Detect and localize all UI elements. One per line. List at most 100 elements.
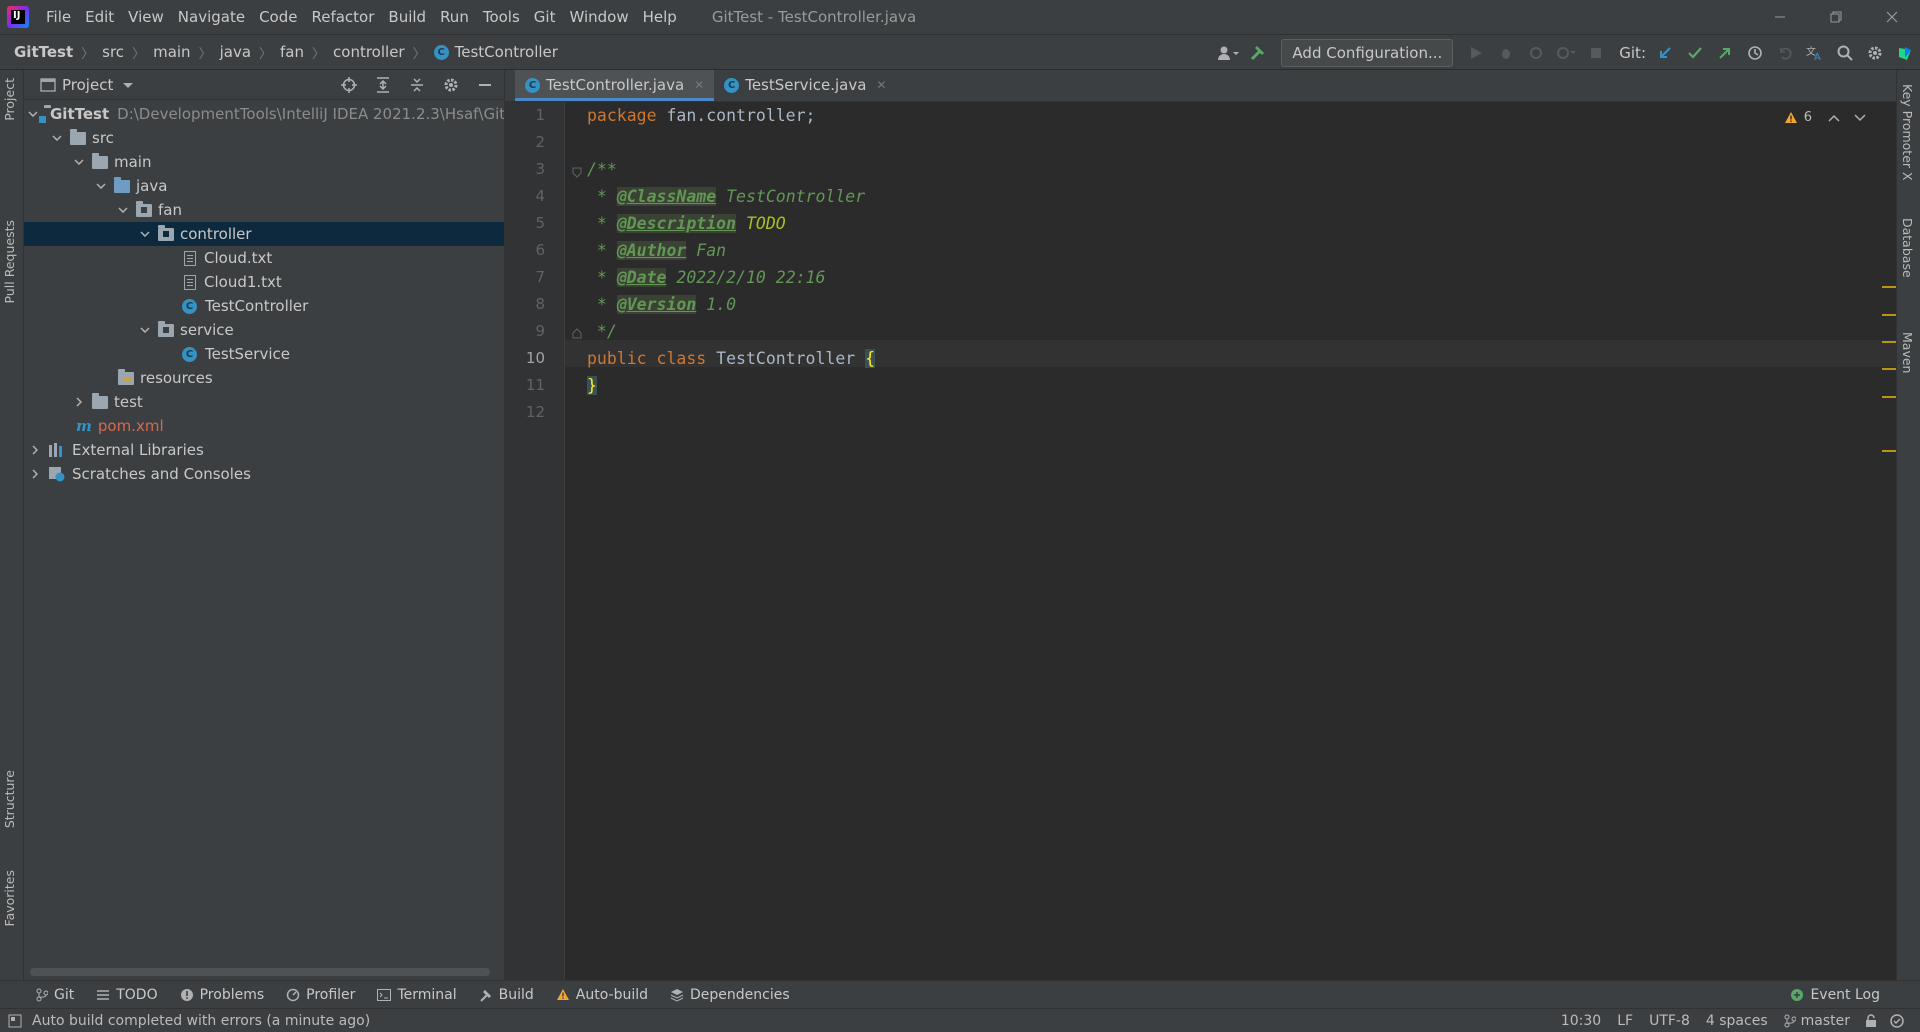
- select-opened-file-button[interactable]: [334, 70, 364, 100]
- toolwindow-event-log[interactable]: Event Log: [1790, 987, 1880, 1003]
- menu-refactor[interactable]: Refactor: [304, 0, 381, 34]
- crumb-project[interactable]: GitTest: [14, 43, 73, 61]
- menu-run[interactable]: Run: [433, 0, 476, 34]
- chevron-down-icon[interactable]: [138, 227, 152, 241]
- chevron-down-icon[interactable]: [72, 155, 86, 169]
- tree-item-scratches[interactable]: Scratches and Consoles: [24, 462, 504, 486]
- close-tab-icon[interactable]: ✕: [876, 78, 886, 92]
- collapse-all-button[interactable]: [402, 70, 432, 100]
- error-stripe[interactable]: [1880, 102, 1896, 980]
- build-project-button[interactable]: [1243, 38, 1273, 68]
- toolwindow-dependencies[interactable]: Dependencies: [670, 987, 790, 1003]
- menu-edit[interactable]: Edit: [78, 0, 121, 34]
- tab-maven[interactable]: Maven: [1900, 332, 1915, 373]
- tree-item-cloud1-txt[interactable]: Cloud1.txt: [24, 270, 504, 294]
- chevron-down-icon[interactable]: [28, 107, 38, 121]
- chevron-up-icon[interactable]: [1828, 114, 1840, 122]
- menu-file[interactable]: File: [39, 0, 78, 34]
- memory-indicator-icon[interactable]: [1890, 1013, 1906, 1028]
- tab-database[interactable]: Database: [1900, 218, 1915, 278]
- intellij-logo-icon[interactable]: IJ: [7, 6, 29, 28]
- tree-root-gittest[interactable]: GitTest D:\DevelopmentTools\IntelliJ IDE…: [24, 102, 504, 126]
- menu-tools[interactable]: Tools: [476, 0, 527, 34]
- menu-navigate[interactable]: Navigate: [171, 0, 252, 34]
- crumb-controller[interactable]: controller: [333, 43, 405, 61]
- git-rollback-button[interactable]: [1770, 38, 1800, 68]
- add-configuration-button[interactable]: Add Configuration...: [1281, 39, 1454, 67]
- restore-button[interactable]: [1808, 0, 1864, 34]
- git-update-button[interactable]: [1650, 38, 1680, 68]
- menu-git[interactable]: Git: [527, 0, 563, 34]
- tree-item-controller[interactable]: controller: [24, 222, 504, 246]
- chevron-right-icon[interactable]: [72, 395, 86, 409]
- tree-item-testservice[interactable]: C TestService: [24, 342, 504, 366]
- tree-item-testcontroller[interactable]: C TestController: [24, 294, 504, 318]
- profile-button[interactable]: [1551, 38, 1581, 68]
- project-panel-title[interactable]: Project: [62, 76, 113, 94]
- chevron-down-icon[interactable]: [50, 131, 64, 145]
- chevron-down-icon[interactable]: [94, 179, 108, 193]
- git-branch-widget[interactable]: master: [1784, 1013, 1850, 1029]
- tree-item-src[interactable]: src: [24, 126, 504, 150]
- line-separator[interactable]: LF: [1617, 1013, 1633, 1029]
- close-tab-icon[interactable]: ✕: [694, 78, 704, 92]
- fold-icon[interactable]: [571, 328, 583, 340]
- project-options-button[interactable]: [436, 70, 466, 100]
- jetbrains-toolbox-button[interactable]: [1890, 38, 1920, 68]
- stop-button[interactable]: [1581, 38, 1611, 68]
- toggle-toolwindows-icon[interactable]: [8, 1014, 22, 1028]
- close-window-button[interactable]: [1864, 0, 1920, 34]
- chevron-down-icon[interactable]: [138, 323, 152, 337]
- warning-stripe-mark[interactable]: [1882, 396, 1896, 398]
- tab-favorites[interactable]: Favorites: [2, 870, 17, 926]
- tab-pull-requests[interactable]: Pull Requests: [2, 220, 17, 303]
- tab-testservice-java[interactable]: C TestService.java ✕: [714, 70, 896, 101]
- tab-structure[interactable]: Structure: [2, 770, 17, 828]
- chevron-down-icon[interactable]: [116, 203, 130, 217]
- tab-project-toolwindow[interactable]: Project: [2, 78, 17, 121]
- project-horizontal-scrollbar[interactable]: [30, 968, 490, 976]
- warning-stripe-mark[interactable]: [1882, 368, 1896, 370]
- chevron-down-icon[interactable]: [1854, 113, 1866, 122]
- chevron-right-icon[interactable]: [28, 467, 42, 481]
- user-account-button[interactable]: [1213, 38, 1243, 68]
- warning-stripe-mark[interactable]: [1882, 286, 1896, 288]
- translate-button[interactable]: 文A: [1800, 38, 1830, 68]
- crumb-src[interactable]: src: [102, 43, 124, 61]
- minimize-button[interactable]: [1752, 0, 1808, 34]
- tree-item-java[interactable]: java: [24, 174, 504, 198]
- warning-stripe-mark[interactable]: [1882, 314, 1896, 316]
- caret-position[interactable]: 10:30: [1561, 1013, 1601, 1029]
- toolwindow-profiler[interactable]: Profiler: [286, 987, 355, 1003]
- tree-item-service[interactable]: service: [24, 318, 504, 342]
- tab-testcontroller-java[interactable]: C TestController.java ✕: [515, 70, 715, 101]
- expand-all-button[interactable]: [368, 70, 398, 100]
- git-push-button[interactable]: [1710, 38, 1740, 68]
- toolwindow-terminal[interactable]: Terminal: [377, 987, 457, 1003]
- fold-icon[interactable]: [571, 166, 583, 178]
- crumb-fan[interactable]: fan: [280, 43, 304, 61]
- tree-item-cloud-txt[interactable]: Cloud.txt: [24, 246, 504, 270]
- menu-build[interactable]: Build: [381, 0, 433, 34]
- tree-item-fan[interactable]: fan: [24, 198, 504, 222]
- toolwindow-auto-build[interactable]: Auto-build: [556, 987, 648, 1003]
- run-button[interactable]: [1461, 38, 1491, 68]
- tree-item-resources[interactable]: resources: [24, 366, 504, 390]
- chevron-right-icon[interactable]: [28, 443, 42, 457]
- tree-item-test[interactable]: test: [24, 390, 504, 414]
- toolwindow-todo[interactable]: TODO: [96, 987, 158, 1003]
- tree-item-external-libraries[interactable]: External Libraries: [24, 438, 504, 462]
- debug-button[interactable]: [1491, 38, 1521, 68]
- git-history-button[interactable]: [1740, 38, 1770, 68]
- search-everywhere-button[interactable]: [1830, 38, 1860, 68]
- warning-stripe-mark[interactable]: [1882, 341, 1896, 343]
- crumb-main[interactable]: main: [153, 43, 190, 61]
- file-encoding[interactable]: UTF-8: [1649, 1013, 1690, 1029]
- toolwindow-build[interactable]: Build: [479, 987, 534, 1003]
- hide-panel-button[interactable]: [470, 70, 500, 100]
- tree-item-main[interactable]: main: [24, 150, 504, 174]
- git-commit-button[interactable]: [1680, 38, 1710, 68]
- crumb-java[interactable]: java: [220, 43, 251, 61]
- crumb-testcontroller[interactable]: C TestController: [433, 43, 558, 61]
- tab-key-promoter-x[interactable]: Key Promoter X: [1900, 84, 1915, 181]
